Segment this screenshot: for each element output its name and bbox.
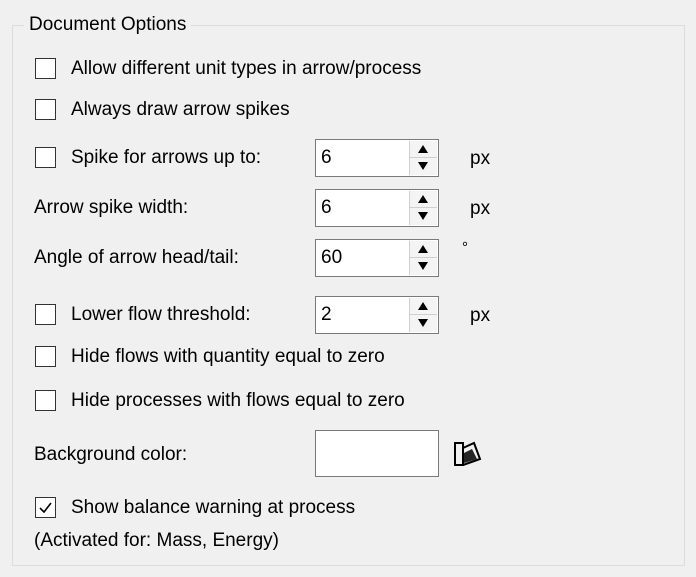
arrow-spike-width-spinner (409, 191, 437, 225)
hide-zero-processes-label: Hide processes with flows equal to zero (71, 390, 405, 411)
group-title: Document Options (24, 12, 192, 38)
show-balance-warning-label: Show balance warning at process (71, 497, 356, 518)
spike-for-arrows-field[interactable]: 6 (315, 139, 439, 177)
up-arrow-icon (418, 245, 428, 253)
arrow-head-angle-unit: ° (462, 239, 468, 256)
up-arrow-icon (418, 195, 428, 203)
always-draw-spikes-label: Always draw arrow spikes (71, 99, 290, 120)
background-color-label: Background color: (34, 444, 188, 465)
arrow-spike-width-field[interactable]: 6 (315, 189, 439, 227)
arrow-head-angle-value: 60 (321, 247, 343, 268)
arrow-head-angle-decrement[interactable] (410, 258, 437, 275)
arrow-spike-width-value: 6 (321, 197, 332, 218)
hide-zero-processes-checkbox[interactable] (35, 390, 56, 411)
hide-zero-flows-label: Hide flows with quantity equal to zero (71, 346, 385, 367)
down-arrow-icon (418, 319, 428, 327)
arrow-head-angle-field[interactable]: 60 (315, 239, 439, 277)
down-arrow-icon (418, 212, 428, 220)
arrow-spike-width-increment[interactable] (410, 191, 437, 208)
spike-for-arrows-unit: px (470, 148, 491, 169)
background-color-swatch[interactable] (315, 430, 439, 477)
lower-flow-threshold-checkbox[interactable] (35, 304, 56, 325)
arrow-head-angle-label: Angle of arrow head/tail: (34, 247, 239, 268)
up-arrow-icon (418, 302, 428, 310)
lower-flow-threshold-unit: px (470, 305, 491, 326)
spike-for-arrows-spinner (409, 141, 437, 175)
up-arrow-icon (418, 145, 428, 153)
activated-for-text: (Activated for: Mass, Energy) (34, 530, 279, 551)
paint-bucket-icon[interactable] (452, 440, 482, 468)
lower-flow-threshold-value: 2 (321, 304, 332, 325)
show-balance-warning-checkbox[interactable] (35, 497, 56, 518)
spike-for-arrows-decrement[interactable] (410, 158, 437, 175)
lower-flow-threshold-decrement[interactable] (410, 315, 437, 332)
always-draw-spikes-checkbox[interactable] (35, 99, 56, 120)
spike-for-arrows-label: Spike for arrows up to: (71, 147, 262, 168)
lower-flow-threshold-spinner (409, 298, 437, 332)
spike-for-arrows-value: 6 (321, 147, 332, 168)
spike-for-arrows-increment[interactable] (410, 141, 437, 158)
spike-for-arrows-checkbox[interactable] (35, 147, 56, 168)
checkmark-icon (39, 502, 52, 514)
arrow-head-angle-increment[interactable] (410, 241, 437, 258)
allow-unit-types-checkbox[interactable] (35, 58, 56, 79)
lower-flow-threshold-field[interactable]: 2 (315, 296, 439, 334)
lower-flow-threshold-label: Lower flow threshold: (71, 304, 251, 325)
arrow-spike-width-unit: px (470, 198, 491, 219)
down-arrow-icon (418, 162, 428, 170)
arrow-head-angle-spinner (409, 241, 437, 275)
arrow-spike-width-decrement[interactable] (410, 208, 437, 225)
arrow-spike-width-label: Arrow spike width: (34, 197, 189, 218)
hide-zero-flows-checkbox[interactable] (35, 346, 56, 367)
lower-flow-threshold-increment[interactable] (410, 298, 437, 315)
down-arrow-icon (418, 262, 428, 270)
allow-unit-types-label: Allow different unit types in arrow/proc… (71, 58, 422, 79)
document-options-panel: Document Options Allow different unit ty… (0, 0, 696, 577)
